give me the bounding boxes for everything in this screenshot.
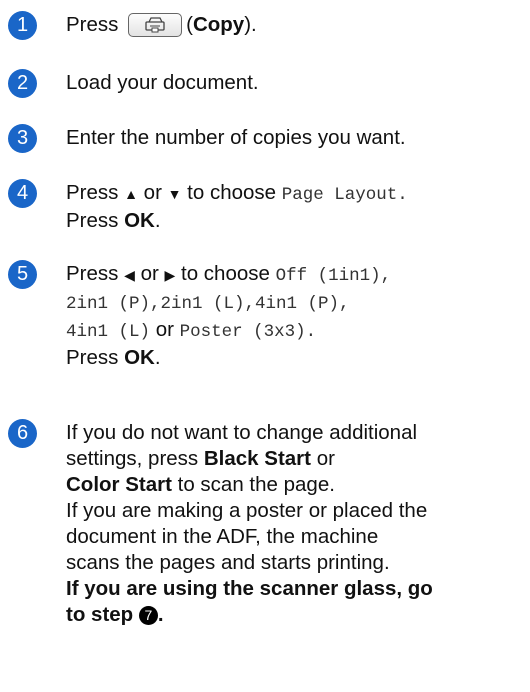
copy-key <box>128 13 183 37</box>
option-4in1-p: 4in1 (P), <box>255 294 350 314</box>
option-2in1-p: 2in1 (P), <box>66 294 161 314</box>
option-off: Off (1in1), <box>275 266 392 286</box>
option-2in1-l: 2in1 (L), <box>160 294 256 314</box>
step-text: If you do not want to change additional … <box>66 421 433 626</box>
ok-key-label: OK <box>124 346 155 369</box>
step-text: Enter the number of copies you want. <box>66 126 406 149</box>
step-7-reference-icon: 7 <box>138 606 158 625</box>
right-arrow-icon: ▶ <box>164 267 176 283</box>
step-number-badge: 2 <box>8 69 37 98</box>
step-text: Press ◀ or ▶ to choose Off (1in1), 2in1 … <box>66 262 392 369</box>
option-poster: Poster (3x3). <box>179 322 317 342</box>
step-text: Press (Copy). <box>66 13 257 37</box>
step-text: Press ▲ or ▼ to choose Page Layout. Pres… <box>66 181 408 232</box>
step-number-badge: 1 <box>8 11 37 40</box>
left-arrow-icon: ◀ <box>124 267 135 283</box>
instruction-page: 1 Press (Copy). 2 Load your document. 3 … <box>0 0 530 692</box>
step-text: Load your document. <box>66 71 259 94</box>
ok-key-label: OK <box>124 209 155 232</box>
black-start-key-label: Black Start <box>203 447 311 470</box>
step-number-badge: 4 <box>8 179 37 208</box>
step-number-badge: 5 <box>8 260 37 289</box>
scanner-glass-note: If you are using the scanner glass, go <box>66 577 433 600</box>
menu-option: Page Layout. <box>281 185 408 205</box>
up-arrow-icon: ▲ <box>124 186 138 202</box>
option-4in1-l: 4in1 (L) <box>66 322 151 342</box>
down-arrow-icon: ▼ <box>167 186 182 202</box>
step-number-badge: 3 <box>8 124 37 153</box>
color-start-key-label: Color Start <box>66 473 172 496</box>
step-number-badge: 6 <box>8 419 37 448</box>
copy-label: Copy <box>192 13 245 36</box>
copy-machine-icon <box>145 17 165 33</box>
